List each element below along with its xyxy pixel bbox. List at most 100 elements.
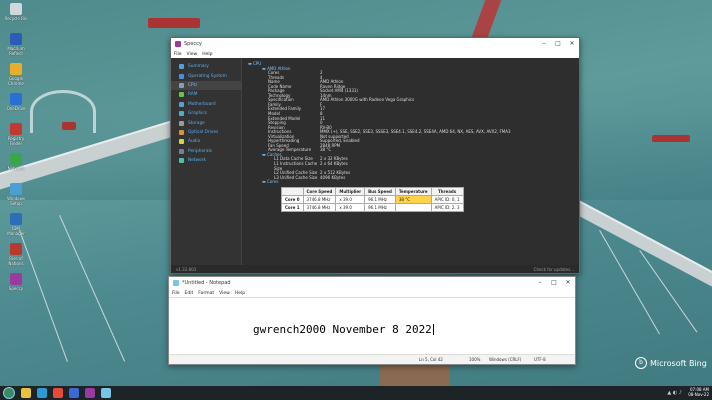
sidebar-item-operating-system[interactable]: Operating System [171,71,241,80]
notepad-menubar: File Edit Format View Help [169,289,575,297]
notepad-window[interactable]: *Untitled - Notepad – □ ✕ File Edit Form… [168,276,576,365]
sidebar-item-ram[interactable]: RAM [171,90,241,99]
table-header: Temperature [394,186,432,196]
speccy-window[interactable]: Speccy – □ ✕ File View Help Summary Opera… [170,37,580,274]
taskbar-speccy-icon[interactable] [85,388,95,398]
speccy-titlebar[interactable]: Speccy – □ ✕ [171,38,579,50]
sidebar-item-graphics[interactable]: Graphics [171,109,241,118]
sidebar-item-label: Storage [188,120,205,126]
sidebar-item-cpu[interactable]: CPU [171,80,241,91]
line-ending: Windows (CRLF) [489,357,522,362]
sidebar-item-icon [179,64,184,70]
sidebar-item-storage[interactable]: Storage [171,118,241,127]
sidebar-item-label: Network [188,158,206,164]
notepad-app-icon [173,280,179,286]
zoom-level: 100% [469,357,481,362]
table-row: Core 0 3746.8 MHz x 39.0 96.1 MHz 38 °C APIC … [281,194,464,204]
desktop-app-icon [10,93,22,105]
start-button[interactable] [3,387,15,399]
menu-format[interactable]: Format [198,291,214,296]
desktop-icon[interactable]: Registry Finder [3,123,29,146]
table-cell: APIC ID: 0, 1 [430,194,464,204]
notepad-text[interactable]: gwrench2000 November 8 2022 [253,323,434,336]
menu-edit[interactable]: Edit [185,291,194,296]
sidebar-item-icon [179,92,184,98]
cores-table: Core Speed Multiplier Bus Speed Temperature… [281,186,464,212]
desktop-icon-label: Macrium Reflect [7,46,25,56]
sidebar-item-label: Motherboard [188,101,216,107]
speccy-app-icon [175,41,181,47]
wallpaper-cable [59,215,126,362]
sidebar-item-label: Audio [188,139,201,145]
desktop-icon[interactable]: OneDrive [3,93,29,111]
desktop-app-icon [10,63,22,75]
menu-file[interactable]: File [172,291,180,296]
maximize-button[interactable]: □ [551,38,565,50]
table-header-row: Core Speed Multiplier Bus Speed Temperature… [281,186,464,196]
cache-row: L3 Unified Cache Size 4096 KBytes [248,174,573,181]
wallpaper-ship [148,18,200,28]
sidebar-item-network[interactable]: Network [171,156,241,165]
maximize-button[interactable]: □ [547,277,561,289]
desktop-icon-label: Network [7,166,25,171]
desktop-app-icon [10,243,22,255]
taskbar-edge-icon[interactable] [37,388,47,398]
desktop-icon[interactable]: Rise of Nations [3,243,29,266]
minimize-button[interactable]: – [537,38,551,50]
bing-icon: b [635,357,647,369]
cache-value: 2 x 64 KBytes [320,161,348,167]
sidebar-item-optical-drives[interactable]: Optical Drives [171,128,241,137]
sidebar-item-label: Graphics [188,111,207,117]
desktop-icon-label: Registry Finder [7,136,25,146]
desktop-icon[interactable]: Network [3,153,29,171]
notepad-titlebar[interactable]: *Untitled - Notepad – □ ✕ [169,277,575,289]
desktop-icon[interactable]: Recycle Bin [3,3,29,21]
desktop-icon[interactable]: Macrium Reflect [3,33,29,56]
spec-value: 38 °C [320,147,332,153]
table-cell [394,202,432,212]
speccy-menubar: File View Help [171,50,579,58]
menu-view[interactable]: View [187,52,198,57]
sidebar-item-peripherals[interactable]: Peripherals [171,147,241,156]
desktop-icon[interactable]: IDM Manager [3,213,29,236]
menu-file[interactable]: File [174,52,182,57]
check-updates-link[interactable]: Check for updates... [534,267,574,272]
close-button[interactable]: ✕ [561,277,575,289]
system-tray-icons[interactable]: ▲ ◐ ♪ [667,390,682,396]
table-row: Core 1 3746.8 MHz x 39.0 96.1 MHz APIC ID: 2… [281,202,464,212]
desktop-icon-label: Recycle Bin [4,16,28,21]
taskbar-chrome-icon[interactable] [53,388,63,398]
desktop-icon[interactable]: Windows Setup [3,183,29,206]
bing-watermark-label: Microsoft Bing [650,358,707,368]
desktop-app-icon [10,273,22,285]
wallpaper-ship-right [652,135,690,142]
desktop-icon-label: Speccy [8,286,24,291]
clock-date: 08-Nov-22 [688,392,709,397]
clock[interactable]: 07:08 AM 08-Nov-22 [688,387,709,397]
table-cell: Core 0 [281,194,304,204]
notepad-text-area[interactable]: gwrench2000 November 8 2022 [169,297,575,355]
encoding: UTF-8 [534,357,546,362]
sidebar-item-motherboard[interactable]: Motherboard [171,100,241,109]
table-header: Bus Speed [364,186,396,196]
taskbar-file-explorer-icon[interactable] [21,388,31,398]
close-button[interactable]: ✕ [565,38,579,50]
wallpaper-bridge-road [470,0,502,40]
menu-help[interactable]: Help [235,291,245,296]
menu-view[interactable]: View [219,291,230,296]
desktop-icon[interactable]: Google Chrome [3,63,29,86]
taskbar-notepad-icon[interactable] [101,388,111,398]
desktop-icon[interactable]: Speccy [3,273,29,291]
sidebar-item-summary[interactable]: Summary [171,62,241,71]
sidebar-item-label: Operating System [188,73,227,79]
taskbar-mail-icon[interactable] [69,388,79,398]
desktop-icon-label: Google Chrome [8,76,24,86]
cache-value: 4096 KBytes [320,174,346,180]
minimize-button[interactable]: – [533,277,547,289]
bing-watermark[interactable]: b Microsoft Bing [635,357,707,369]
menu-help[interactable]: Help [202,52,212,57]
sidebar-item-icon [179,148,184,154]
spec-row: Average Temperature 38 °C [248,148,573,153]
cursor-position: Ln 5, Col 42 [419,357,443,362]
sidebar-item-audio[interactable]: Audio [171,137,241,146]
